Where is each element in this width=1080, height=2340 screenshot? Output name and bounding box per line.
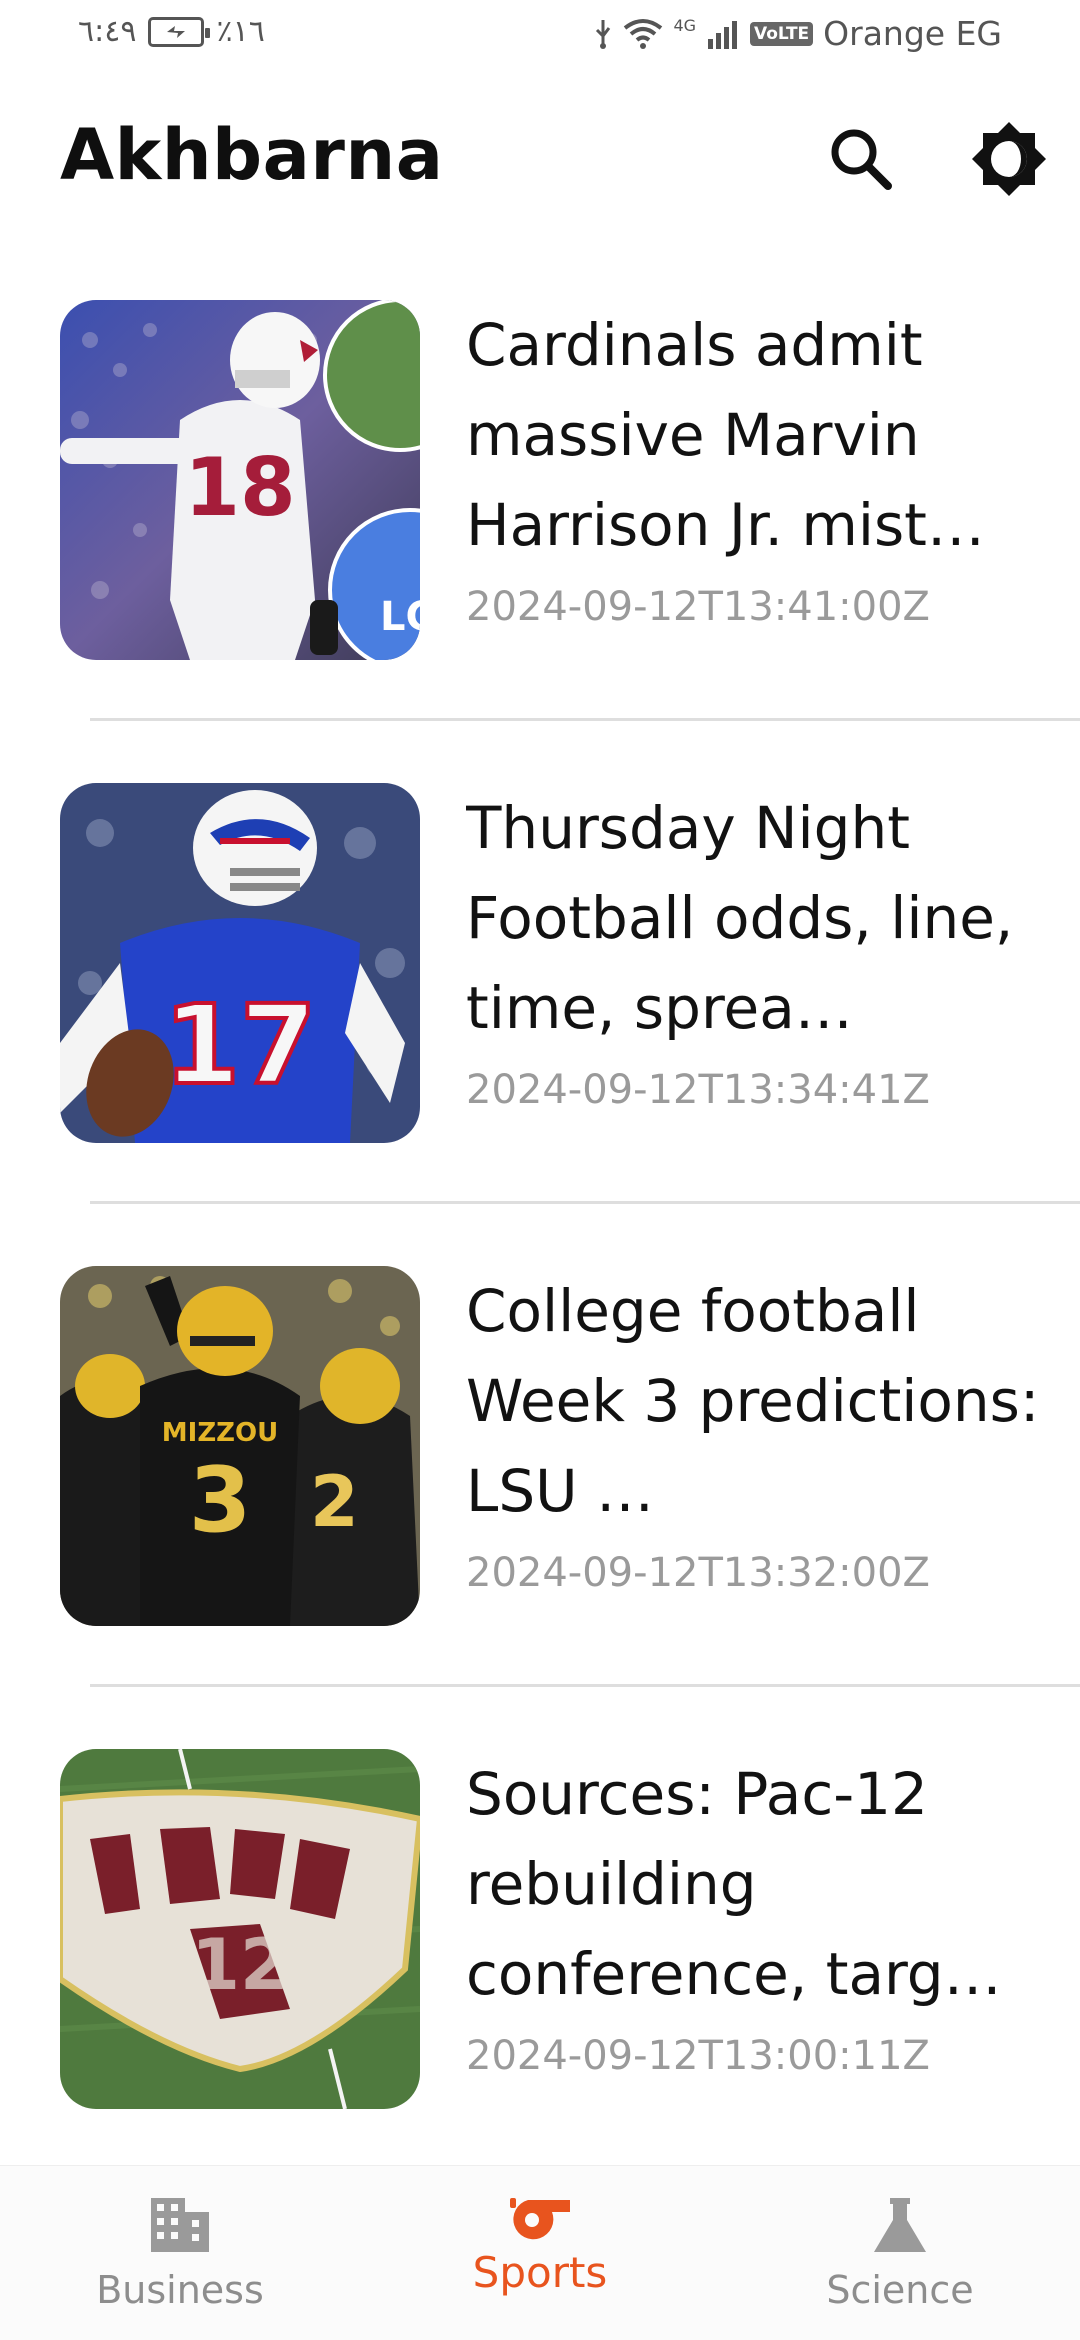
whistle-icon [510, 2198, 570, 2240]
brightness-icon [972, 122, 1046, 196]
status-left: ٦:٤٩ ٪١٦ [78, 14, 265, 49]
app-bar: Akhbarna [0, 96, 1080, 216]
nav-item-business[interactable]: Business [50, 2196, 310, 2326]
status-bar: ٦:٤٩ ٪١٦ 4G VoLTE Orange EG [0, 0, 1080, 72]
news-text: Sources: Pac-12 rebuilding conference, t… [466, 1749, 1046, 2079]
signal-icon [708, 20, 738, 49]
news-item[interactable]: 17 Thursday Night Football odds, line, t… [0, 783, 1080, 1266]
flask-icon [874, 2198, 926, 2252]
news-timestamp: 2024-09-12T13:41:00Z [466, 584, 930, 630]
news-item[interactable]: 18 LC Cardinals admit massive Marvin Har… [0, 300, 1080, 783]
news-headline: Sources: Pac-12 rebuilding conference, t… [466, 1760, 1002, 2008]
search-icon [831, 129, 892, 190]
nav-label-sports: Sports [472, 2248, 608, 2297]
news-thumbnail: 18 LC [60, 300, 420, 660]
usb-icon [596, 19, 611, 49]
bottom-navigation: Business Sports Science [0, 2165, 1080, 2340]
battery-level: ٪١٦ [216, 14, 265, 49]
news-item[interactable]: 12 Sources: Pac-12 rebuilding conference… [0, 1749, 1080, 2232]
battery-icon [148, 16, 211, 47]
svg-text:2: 2 [310, 1461, 359, 1543]
news-text: College football Week 3 predictions: LSU… [466, 1266, 1046, 1596]
svg-text:18: 18 [184, 441, 295, 534]
news-thumbnail: 2 MIZZOU 3 [60, 1266, 420, 1626]
theme-toggle-button[interactable] [966, 116, 1052, 202]
news-timestamp: 2024-09-12T13:34:41Z [466, 1067, 930, 1113]
svg-text:MIZZOU: MIZZOU [162, 1418, 278, 1448]
news-timestamp: 2024-09-12T13:32:00Z [466, 1550, 930, 1596]
svg-text:LC: LC [380, 594, 420, 640]
news-timestamp: 2024-09-12T13:00:11Z [466, 2033, 930, 2079]
clock: ٦:٤٩ [78, 14, 137, 49]
svg-text:17: 17 [163, 981, 316, 1109]
news-thumbnail: 17 [60, 783, 420, 1143]
app-title: Akhbarna [60, 114, 444, 196]
divider [90, 1201, 1080, 1204]
status-right: 4G VoLTE Orange EG [593, 14, 1002, 53]
news-headline: Cardinals admit massive Marvin Harrison … [466, 311, 985, 559]
news-headline: Thursday Night Football odds, line, time… [466, 794, 1014, 1042]
svg-text:12: 12 [191, 1924, 288, 2006]
divider [90, 1684, 1080, 1687]
app-screen: ٦:٤٩ ٪١٦ 4G VoLTE Orange EG Akhbarna 18 … [0, 0, 1080, 2340]
search-button[interactable] [818, 116, 904, 202]
wifi-icon [624, 18, 663, 49]
nav-label-science: Science [826, 2268, 974, 2312]
news-item[interactable]: 2 MIZZOU 3 College football Week 3 predi… [0, 1266, 1080, 1749]
nav-item-sports[interactable]: Sports [410, 2196, 670, 2326]
building-icon [151, 2198, 209, 2252]
news-thumbnail: 12 [60, 1749, 420, 2109]
news-headline: College football Week 3 predictions: LSU… [466, 1277, 1040, 1525]
news-list: 18 LC Cardinals admit massive Marvin Har… [0, 300, 1080, 2232]
carrier-name: Orange EG [823, 14, 1002, 53]
news-text: Thursday Night Football odds, line, time… [466, 783, 1046, 1113]
news-text: Cardinals admit massive Marvin Harrison … [466, 300, 1046, 630]
nav-label-business: Business [96, 2268, 264, 2312]
svg-text:3: 3 [189, 1448, 252, 1553]
volte-badge: VoLTE [750, 21, 814, 46]
nav-item-science[interactable]: Science [770, 2196, 1030, 2326]
divider [90, 718, 1080, 721]
network-type: 4G [673, 16, 697, 35]
